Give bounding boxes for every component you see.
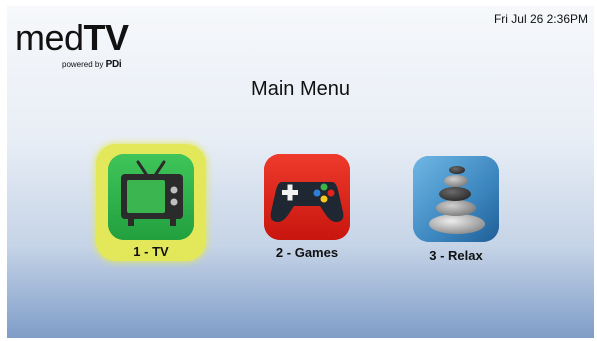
menu-tile-tv[interactable]: 1 - TV [96, 144, 206, 264]
logo-tagline: powered by PDi [62, 59, 122, 70]
gamepad-icon [264, 154, 350, 240]
medtv-logo: medTV powered by PDi [15, 20, 155, 72]
tv-icon [108, 154, 194, 240]
menu-tile-games[interactable]: 2 - Games [252, 144, 362, 264]
logo-wordmark-med: med [15, 17, 84, 58]
logo-tagline-prefix: powered by [62, 60, 106, 69]
logo-tagline-brand: PDi [105, 59, 122, 70]
logo-wordmark-tv: TV [83, 17, 130, 58]
clock: Fri Jul 26 2:36PM [493, 12, 588, 26]
logo-wordmark: medTV [15, 20, 129, 56]
stacked-stones-icon [413, 156, 499, 242]
tile-label-relax: 3 - Relax [429, 248, 483, 263]
main-menu-screen: medTV powered by PDi Fri Jul 26 2:36PM M… [7, 6, 594, 338]
tile-label-tv: 1 - TV [133, 244, 169, 259]
tile-label-games: 2 - Games [275, 245, 339, 260]
page-title: Main Menu [251, 78, 350, 100]
menu-tile-relax[interactable]: 3 - Relax [401, 146, 511, 266]
